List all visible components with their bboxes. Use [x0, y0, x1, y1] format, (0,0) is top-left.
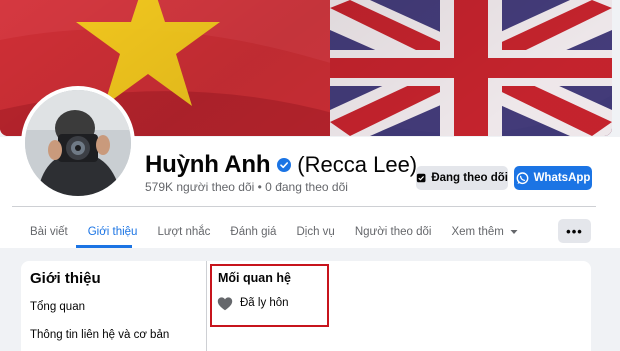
tab-see-more[interactable]: Xem thêm: [441, 220, 528, 244]
tab-followers[interactable]: Người theo dõi: [345, 220, 442, 244]
active-tab-indicator: [76, 245, 132, 248]
profile-name-row: Huỳnh Anh (Recca Lee): [145, 150, 417, 180]
profile-tabs: Bài viết Giới thiệu Lượt nhắc Đánh giá D…: [20, 220, 529, 248]
tab-see-more-label: Xem thêm: [451, 226, 504, 238]
tab-posts[interactable]: Bài viết: [20, 220, 78, 244]
about-nav-overview[interactable]: Tổng quan: [30, 301, 85, 313]
follow-stats[interactable]: 579K người theo dõi • 0 đang theo dõi: [145, 180, 348, 194]
more-options-button[interactable]: •••: [558, 219, 591, 243]
whatsapp-icon: [516, 171, 528, 184]
about-card-divider: [206, 261, 207, 351]
header-divider: [12, 206, 596, 207]
tab-mentions[interactable]: Lượt nhắc: [147, 220, 220, 244]
avatar[interactable]: [25, 90, 131, 196]
verified-badge-icon: [277, 158, 292, 172]
whatsapp-button[interactable]: WhatsApp: [514, 166, 592, 190]
about-title: Giới thiệu: [30, 270, 101, 287]
highlight-annotation-box: [210, 264, 329, 327]
tab-services[interactable]: Dịch vụ: [286, 220, 344, 244]
about-nav-contact-basic-info[interactable]: Thông tin liên hệ và cơ bản: [30, 329, 169, 341]
tab-about[interactable]: Giới thiệu: [78, 220, 148, 244]
profile-alias: (Recca Lee): [297, 152, 418, 177]
caret-down-icon: [510, 230, 518, 234]
following-button[interactable]: Đang theo dõi: [416, 166, 508, 190]
following-label: Đang theo dõi: [431, 172, 508, 184]
profile-name: Huỳnh Anh: [145, 151, 271, 178]
whatsapp-label: WhatsApp: [533, 172, 591, 184]
following-check-icon: [416, 173, 426, 183]
tab-reviews[interactable]: Đánh giá: [220, 220, 286, 244]
